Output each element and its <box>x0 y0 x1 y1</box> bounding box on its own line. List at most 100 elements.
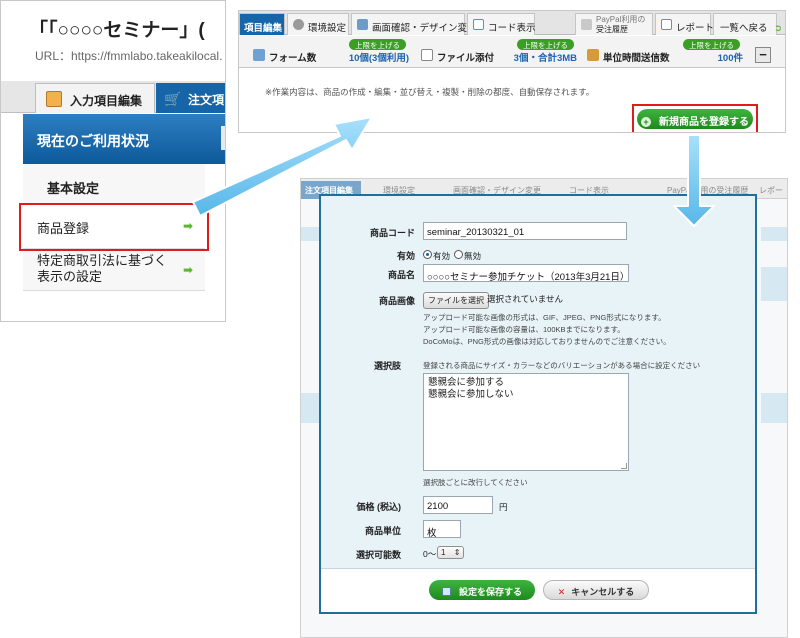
page-url: URL：https://fmmlabo.takeakilocal. <box>35 49 223 63</box>
file-icon <box>421 49 433 61</box>
gear-icon <box>293 19 304 30</box>
stat-files: ファイル添付 3個・合計3MB <box>419 42 577 64</box>
stat-label: 単位時間送信数 <box>603 53 670 64</box>
bg-stripe <box>301 227 321 241</box>
enabled-on-radio[interactable] <box>423 250 432 259</box>
cart-icon: 🛒 <box>164 91 182 107</box>
product-image-label: 商品画像 <box>378 296 415 306</box>
tab-input-edit[interactable]: 入力項目編集 <box>35 83 155 113</box>
save-button-label: 設定を保存する <box>458 587 522 597</box>
tab-label: レポート <box>676 23 715 34</box>
stat-label: フォーム数 <box>269 53 317 64</box>
price-unit: 円 <box>499 502 508 512</box>
tab-label-line1: PayPal利用の <box>596 15 646 24</box>
autosave-note: ※作業内容は、商品の作成・編集・並び替え・複製・削除の都度、自動保存されます。 <box>265 87 595 97</box>
cancel-button-label: キャンセルする <box>571 587 635 597</box>
option-line: 懇親会に参加する <box>428 377 505 388</box>
unit-input[interactable]: 枚 <box>423 520 461 538</box>
section-title: 現在のご利用状況 <box>23 114 225 164</box>
back-to-list-link[interactable]: 一覧へ戻る ➲ <box>713 13 782 35</box>
stat-rate: 単位時間送信数 100件 <box>585 42 743 64</box>
stat-value: 3個・合計3MB <box>513 53 577 64</box>
menu-item-basic-settings[interactable]: 基本設定 <box>23 164 205 205</box>
product-form: 商品コード seminar_20130321_01 有効 有効 無効 商品名 ○… <box>319 194 757 614</box>
close-icon: ✕ <box>557 587 566 597</box>
tab-order[interactable]: 🛒 注文項 <box>156 83 225 113</box>
bg-stripe <box>761 227 787 241</box>
bg-stripe <box>761 267 787 301</box>
resize-handle-icon[interactable] <box>621 463 627 469</box>
tab-label: 環境設定 <box>308 23 347 34</box>
image-note: アップロード可能な画像の形式は、GIF、JPEG、PNG形式になります。 <box>423 313 666 322</box>
collapse-button[interactable]: − <box>755 47 771 63</box>
highlight-box <box>19 203 209 251</box>
tab-input-edit-label: 入力項目編集 <box>70 94 143 108</box>
options-footer: 選択肢ごとに改行してください <box>423 478 528 487</box>
bg-stripe <box>761 393 787 423</box>
product-name-label: 商品名 <box>387 270 415 280</box>
bg-stripe <box>301 393 321 423</box>
highlight-box <box>632 104 758 132</box>
section-title-text: 現在のご利用状況 <box>37 133 149 149</box>
tab-report[interactable]: レポート <box>655 13 715 35</box>
tab-label: 一覧へ戻る <box>720 23 768 34</box>
updown-icon: ⇕ <box>453 548 461 557</box>
tab-design[interactable]: 画面確認・デザイン変更 <box>351 13 477 35</box>
image-note: アップロード可能な画像の容量は、100KBまでになります。 <box>423 325 625 334</box>
tab-code[interactable]: コード表示 <box>467 13 536 35</box>
product-list-panel: 項目編集 環境設定 画面確認・デザイン変更 コード表示 PayPal利用の 受注… <box>238 10 786 133</box>
tab-order-label: 注文項 <box>188 93 225 107</box>
enabled-off-text: 無効 <box>464 251 482 261</box>
menu-item-commerce-law[interactable]: 特定商取引法に基づく 表示の設定 ➡ <box>23 249 205 291</box>
qty-prefix: 0〜 <box>423 549 437 559</box>
qty-select-value: 1 <box>441 548 446 557</box>
cancel-button[interactable]: ✕ キャンセルする <box>543 580 649 600</box>
price-input[interactable]: 2100 <box>423 496 493 514</box>
enabled-on-text: 有効 <box>433 251 451 261</box>
enabled-off-radio[interactable] <box>454 250 463 259</box>
tab-input-edit[interactable]: 項目編集 <box>239 13 285 35</box>
product-name-input[interactable]: ○○○○セミナー参加チケット（2013年3月21日） <box>423 264 629 282</box>
stat-label: ファイル添付 <box>437 53 495 64</box>
menu-item-label-line1: 特定商取引法に基づく <box>37 253 168 268</box>
menu-item-label: 基本設定 <box>47 181 100 196</box>
stat-forms: フォーム数 10個(3個利用) <box>251 42 409 64</box>
back-icon: ➲ <box>774 23 783 34</box>
options-label: 選択肢 <box>373 361 401 371</box>
paypal-icon <box>581 19 592 30</box>
tab-label: レポー <box>759 186 783 195</box>
form-footer <box>321 568 755 612</box>
page-title: 「「○○○○セミナー」( <box>29 20 205 41</box>
tab-label-line2: 受注履歴 <box>596 25 628 34</box>
options-textarea[interactable]: 懇親会に参加する 懇親会に参加しない <box>423 373 629 471</box>
stat-value: 100件 <box>717 53 743 64</box>
qty-select[interactable]: 1 ⇕ <box>437 546 465 559</box>
save-settings-button[interactable]: 設定を保存する <box>429 580 535 600</box>
tab-environment[interactable]: 環境設定 <box>287 13 349 35</box>
options-help: 登録される商品にサイズ・カラーなどのバリエーションがある場合に設定ください <box>423 361 701 370</box>
tab-paypal-history[interactable]: PayPal利用の 受注履歴 <box>575 13 653 35</box>
tab-label: 項目編集 <box>244 23 283 34</box>
enabled-label: 有効 <box>396 251 415 261</box>
edit-form-icon <box>46 91 62 107</box>
code-icon <box>473 19 484 30</box>
price-label: 価格 (税込) <box>356 502 402 512</box>
qty-label: 選択可能数 <box>355 550 401 560</box>
form-icon <box>253 49 265 61</box>
report-icon <box>661 19 672 30</box>
section-divider <box>221 126 225 150</box>
dashboard-panel: 「「○○○○セミナー」( URL：https://fmmlabo.takeaki… <box>0 0 226 322</box>
file-status: 選択されていません <box>487 294 563 304</box>
arrow-right-icon: ➡ <box>182 263 193 277</box>
clock-icon <box>587 49 599 61</box>
menu-item-label-line2: 表示の設定 <box>37 269 103 284</box>
save-icon <box>441 587 451 596</box>
file-select-button[interactable]: ファイルを選択 <box>423 292 489 309</box>
tab-label: 画面確認・デザイン変更 <box>372 23 477 34</box>
product-code-label: 商品コード <box>369 228 415 238</box>
product-code-input[interactable]: seminar_20130321_01 <box>423 222 627 240</box>
unit-label: 商品単位 <box>364 526 401 536</box>
image-note: DoCoMoは、PNG形式の画像は対応しておりませんのでご注意ください。 <box>423 337 671 346</box>
stat-value: 10個(3個利用) <box>348 53 409 64</box>
option-line: 懇親会に参加しない <box>428 389 514 400</box>
